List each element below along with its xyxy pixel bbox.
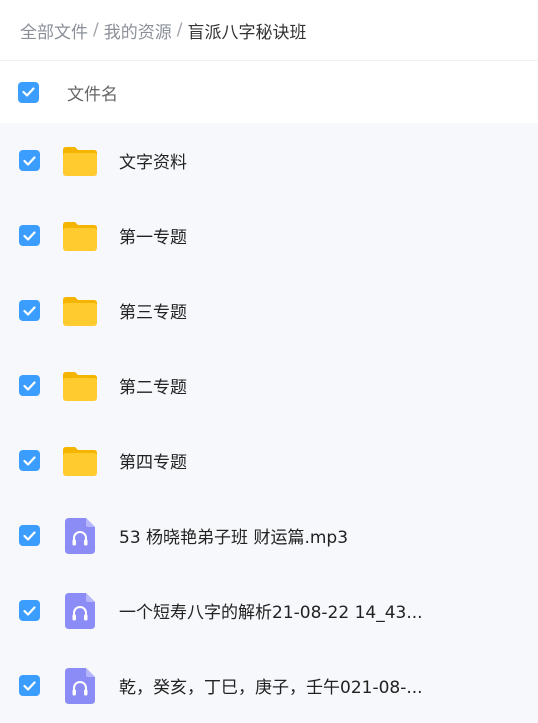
file-row[interactable]: 第四专题	[0, 423, 538, 498]
checkmark-icon	[23, 155, 36, 166]
checkmark-icon	[22, 87, 35, 97]
file-name[interactable]: 第四专题	[119, 448, 187, 473]
breadcrumb: 全部文件 / 我的资源 / 盲派八字秘诀班	[0, 0, 538, 61]
file-row[interactable]: 文字资料	[0, 123, 538, 198]
folder-icon	[60, 441, 100, 481]
file-checkbox[interactable]	[19, 525, 40, 546]
folder-icon	[60, 366, 100, 406]
file-name[interactable]: 乾，癸亥，丁巳，庚子，壬午021-08-...	[119, 673, 423, 698]
file-name[interactable]: 文字资料	[119, 148, 187, 173]
audio-file-icon	[60, 666, 100, 706]
folder-icon	[60, 291, 100, 331]
file-checkbox[interactable]	[19, 225, 40, 246]
folder-icon	[60, 141, 100, 181]
file-checkbox[interactable]	[19, 600, 40, 621]
audio-file-icon	[60, 516, 100, 556]
file-row[interactable]: 第三专题	[0, 273, 538, 348]
file-row[interactable]: 第一专题	[0, 198, 538, 273]
file-name[interactable]: 第一专题	[119, 223, 187, 248]
checkmark-icon	[23, 305, 36, 316]
folder-icon	[60, 216, 100, 256]
file-name[interactable]: 53 杨晓艳弟子班 财运篇.mp3	[119, 523, 348, 548]
file-row[interactable]: 一个短寿八字的解析21-08-22 14_43...	[0, 573, 538, 648]
audio-file-icon	[60, 591, 100, 631]
breadcrumb-all-files[interactable]: 全部文件	[20, 18, 88, 43]
file-checkbox[interactable]	[19, 675, 40, 696]
checkmark-icon	[23, 455, 36, 466]
file-name[interactable]: 一个短寿八字的解析21-08-22 14_43...	[119, 598, 423, 623]
file-row[interactable]: 第二专题	[0, 348, 538, 423]
file-name[interactable]: 第二专题	[119, 373, 187, 398]
file-list-header: 文件名	[0, 61, 538, 123]
breadcrumb-my-resources[interactable]: 我的资源	[104, 18, 172, 43]
checkmark-icon	[23, 680, 36, 691]
breadcrumb-separator: /	[93, 20, 99, 40]
breadcrumb-separator: /	[176, 20, 183, 40]
checkmark-icon	[23, 530, 36, 541]
breadcrumb-current-folder: 盲派八字秘诀班	[187, 22, 307, 43]
checkmark-icon	[23, 380, 36, 391]
select-all-checkbox[interactable]	[18, 81, 39, 103]
file-checkbox[interactable]	[19, 150, 40, 171]
file-list: 文字资料 第一专题 第三专题 第二专题 第四专题 53 杨晓艳弟子班 财运篇.m…	[0, 123, 538, 723]
file-checkbox[interactable]	[19, 375, 40, 396]
file-name[interactable]: 第三专题	[119, 298, 187, 323]
file-checkbox[interactable]	[19, 300, 40, 321]
checkmark-icon	[23, 230, 36, 241]
file-checkbox[interactable]	[19, 450, 40, 471]
filename-column-header[interactable]: 文件名	[67, 80, 118, 105]
file-row[interactable]: 53 杨晓艳弟子班 财运篇.mp3	[0, 498, 538, 573]
file-row[interactable]: 乾，癸亥，丁巳，庚子，壬午021-08-...	[0, 648, 538, 723]
checkmark-icon	[23, 605, 36, 616]
